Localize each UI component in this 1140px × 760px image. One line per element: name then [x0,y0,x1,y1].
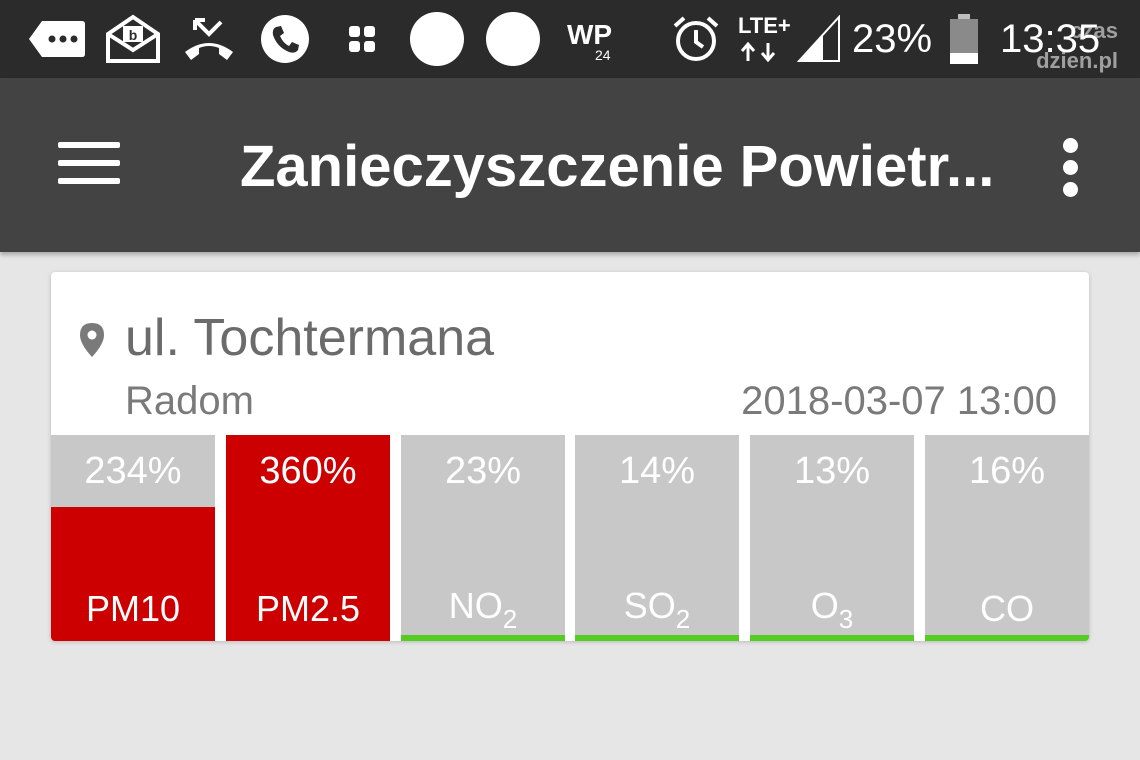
pollutant-symbol: PM10 [85,588,181,629]
message-icon [28,14,86,64]
svg-text:b: b [129,27,138,43]
pollutant-level-bar [401,635,565,641]
signal-icon [796,14,842,64]
pollutant-percent: 16% [968,450,1046,492]
pollutant-tile[interactable]: 23% NO2 [401,435,565,641]
circle-icon [408,12,466,66]
pollutant-percent: 14% [618,450,696,492]
pollutant-name: NO2 [401,585,565,635]
watermark-top: czas [1070,18,1118,43]
battery-icon [946,14,982,64]
phone-icon [258,14,312,64]
missed-call-icon [180,14,238,64]
pollutant-name: O3 [750,585,914,635]
more-options-icon[interactable] [1056,134,1086,200]
pollutant-tile[interactable]: 360% PM2.5 [226,435,390,641]
pollutant-symbol: PM2.5 [255,588,361,629]
station-card[interactable]: ul. Tochtermana Radom 2018-03-07 13:00 2… [51,272,1089,641]
mail-icon: b [104,14,162,64]
apps-icon [342,14,382,64]
watermark-bottom: dzien.pl [1036,48,1118,73]
pollutant-tiles: 234% PM10 360% PM2.5 23% NO2 14% SO2 13% O3 16% CO [51,435,1089,641]
wp-app-label: WP [567,19,612,50]
pollutant-percent: 234% [84,450,182,492]
pollutant-tile[interactable]: 234% PM10 [51,435,215,641]
measurement-datetime: 2018-03-07 13:00 [741,379,1057,423]
status-bar: b WP 24 LTE+ 23% 13:35 czas dzien.pl [0,0,1140,78]
pollutant-percent: 13% [793,450,871,492]
pollutant-name: PM10 [51,589,215,629]
pollutant-tile[interactable]: 14% SO2 [575,435,739,641]
menu-icon[interactable] [58,140,120,188]
pollutant-level-bar [750,635,914,641]
pollutant-name: SO2 [575,585,739,635]
pollutant-tile[interactable]: 13% O3 [750,435,914,641]
page-title: Zanieczyszczenie Powietr... [240,134,995,199]
station-street: ul. Tochtermana [125,309,495,367]
pollutant-symbol: O [810,585,839,626]
pollutant-subscript: 2 [502,604,518,634]
pollutant-name: PM2.5 [226,589,390,629]
alarm-icon [670,14,722,64]
location-pin-icon [79,322,105,363]
pollutant-tile[interactable]: 16% CO [925,435,1089,641]
battery-percent: 23% [852,17,933,61]
pollutant-symbol: SO [623,585,676,626]
pollutant-subscript: 3 [838,604,854,634]
wp-app-sub: 24 [595,47,611,63]
network-type: LTE+ [738,13,791,38]
pollutant-level-bar [925,635,1089,641]
pollutant-level-bar [575,635,739,641]
data-arrows-icon [738,40,784,64]
pollutant-symbol: CO [980,588,1034,629]
wp-app-icon: WP 24 [560,14,630,64]
pollutant-percent: 360% [259,450,357,492]
pollutant-symbol: NO [448,585,503,626]
pollutant-name: CO [925,589,1089,629]
pollutant-subscript: 2 [675,604,691,634]
pollutant-percent: 23% [444,450,522,492]
app-bar: Zanieczyszczenie Powietr... [0,78,1140,252]
station-city: Radom [125,379,254,423]
circle-icon [484,12,542,66]
